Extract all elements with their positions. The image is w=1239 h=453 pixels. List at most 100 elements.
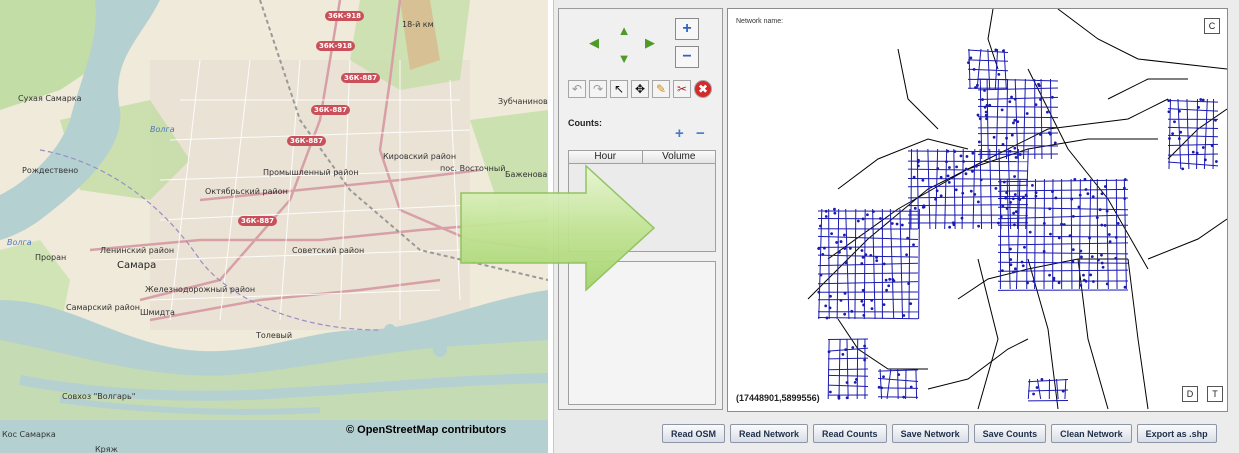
network-canvas[interactable]: Network name: C D T (17448901,5899556) [727,8,1228,412]
undo-icon[interactable]: ↶ [568,80,586,98]
counts-label: Counts: [568,118,602,128]
network-node [843,312,847,316]
map-label-rozhdestveno: Рождествено [22,166,79,175]
network-node [1013,146,1017,150]
network-node [824,215,828,218]
network-node [976,200,980,204]
network-node [866,213,869,217]
road-shield: 36К-918 [325,11,364,21]
network-node [835,241,839,244]
network-link [995,78,999,160]
export-shp-button[interactable]: Export as .shp [1136,424,1217,443]
network-node [1031,183,1034,187]
move-icon[interactable]: ✥ [631,80,649,98]
redo-icon[interactable]: ↷ [589,80,607,98]
network-link [1167,126,1219,130]
map-label-kos-samarka: Кос Самарка [2,430,56,439]
network-link [907,178,1029,180]
delete-icon[interactable]: ✖ [694,80,712,98]
network-node [1048,273,1051,277]
network-node [1013,267,1017,271]
map-copyright: © OpenStreetMap contributors [346,424,507,436]
network-node [905,253,908,257]
pan-right-icon[interactable]: ▶ [643,35,657,50]
read-counts-button[interactable]: Read Counts [813,424,887,443]
network-node [1025,112,1029,115]
network-node [909,302,913,306]
network-link [1203,98,1208,170]
network-node [1040,377,1044,381]
remove-count-icon[interactable]: − [696,125,705,142]
add-count-icon[interactable]: + [675,125,684,142]
network-node [913,206,917,210]
road-shield: 36К-887 [311,105,350,115]
network-node [969,189,973,193]
read-network-button[interactable]: Read Network [730,424,809,443]
network-link [997,179,1129,183]
pan-left-icon[interactable]: ◀ [587,35,601,50]
network-link [1167,100,1219,103]
network-node [1116,221,1120,225]
network-node [1012,211,1015,215]
network-node [976,113,980,117]
network-node [882,375,885,379]
network-link [1167,108,1219,112]
map-label-tolevy: Толевый [256,331,293,340]
network-node [959,154,963,158]
network-node [955,165,958,169]
network-node [965,155,969,158]
network-node [851,346,855,349]
network-node [1023,245,1026,249]
save-counts-button[interactable]: Save Counts [973,424,1047,443]
network-node [1013,118,1017,122]
network-link [1115,178,1118,290]
network-node [1173,120,1176,124]
network-link [817,272,919,275]
column-header-volume[interactable]: Volume [641,151,716,163]
network-link [1196,98,1199,170]
network-link [977,116,1059,119]
network-node [833,207,836,211]
network-link [863,208,866,320]
network-link [1167,134,1219,138]
network-node [1032,392,1035,396]
network-node [888,277,892,281]
column-header-hour[interactable]: Hour [569,151,642,163]
zoom-in-button[interactable]: + [675,18,699,40]
zoom-out-button[interactable]: − [675,46,699,68]
road-shield: 36К-887 [238,216,277,226]
network-node [875,259,879,262]
map-label-zubchaninovka: Зубчаниновка [498,97,548,106]
clean-network-button[interactable]: Clean Network [1051,424,1132,443]
select-pointer-icon[interactable]: ↖ [610,80,628,98]
network-link [1023,78,1026,160]
network-link [817,281,919,285]
network-link [907,160,1029,163]
pan-down-icon[interactable]: ▼ [617,51,631,66]
map-label-samara: Самара [117,260,157,271]
network-node [1171,132,1175,136]
pencil-icon[interactable]: ✎ [652,80,670,98]
network-node [912,243,915,247]
network-link [1167,143,1219,147]
network-link [915,368,918,400]
network-link [977,132,1059,135]
scissors-icon[interactable]: ✂ [673,80,691,98]
network-node [964,172,968,176]
network-link [1167,161,1219,167]
network-node [1086,192,1090,196]
road-shield: 36К-887 [341,73,380,83]
network-node [1049,232,1052,236]
network-link [827,357,869,360]
network-node [1199,98,1203,101]
network-link [1027,378,1069,383]
network-node [860,249,864,252]
network-node [946,174,950,178]
network-node [1100,253,1103,257]
network-node [974,164,978,168]
read-osm-button[interactable]: Read OSM [662,424,726,443]
save-network-button[interactable]: Save Network [891,424,969,443]
pan-up-icon[interactable]: ▲ [617,23,631,38]
map-label-18km: 18-й км [402,20,434,29]
network-link [1123,178,1127,290]
